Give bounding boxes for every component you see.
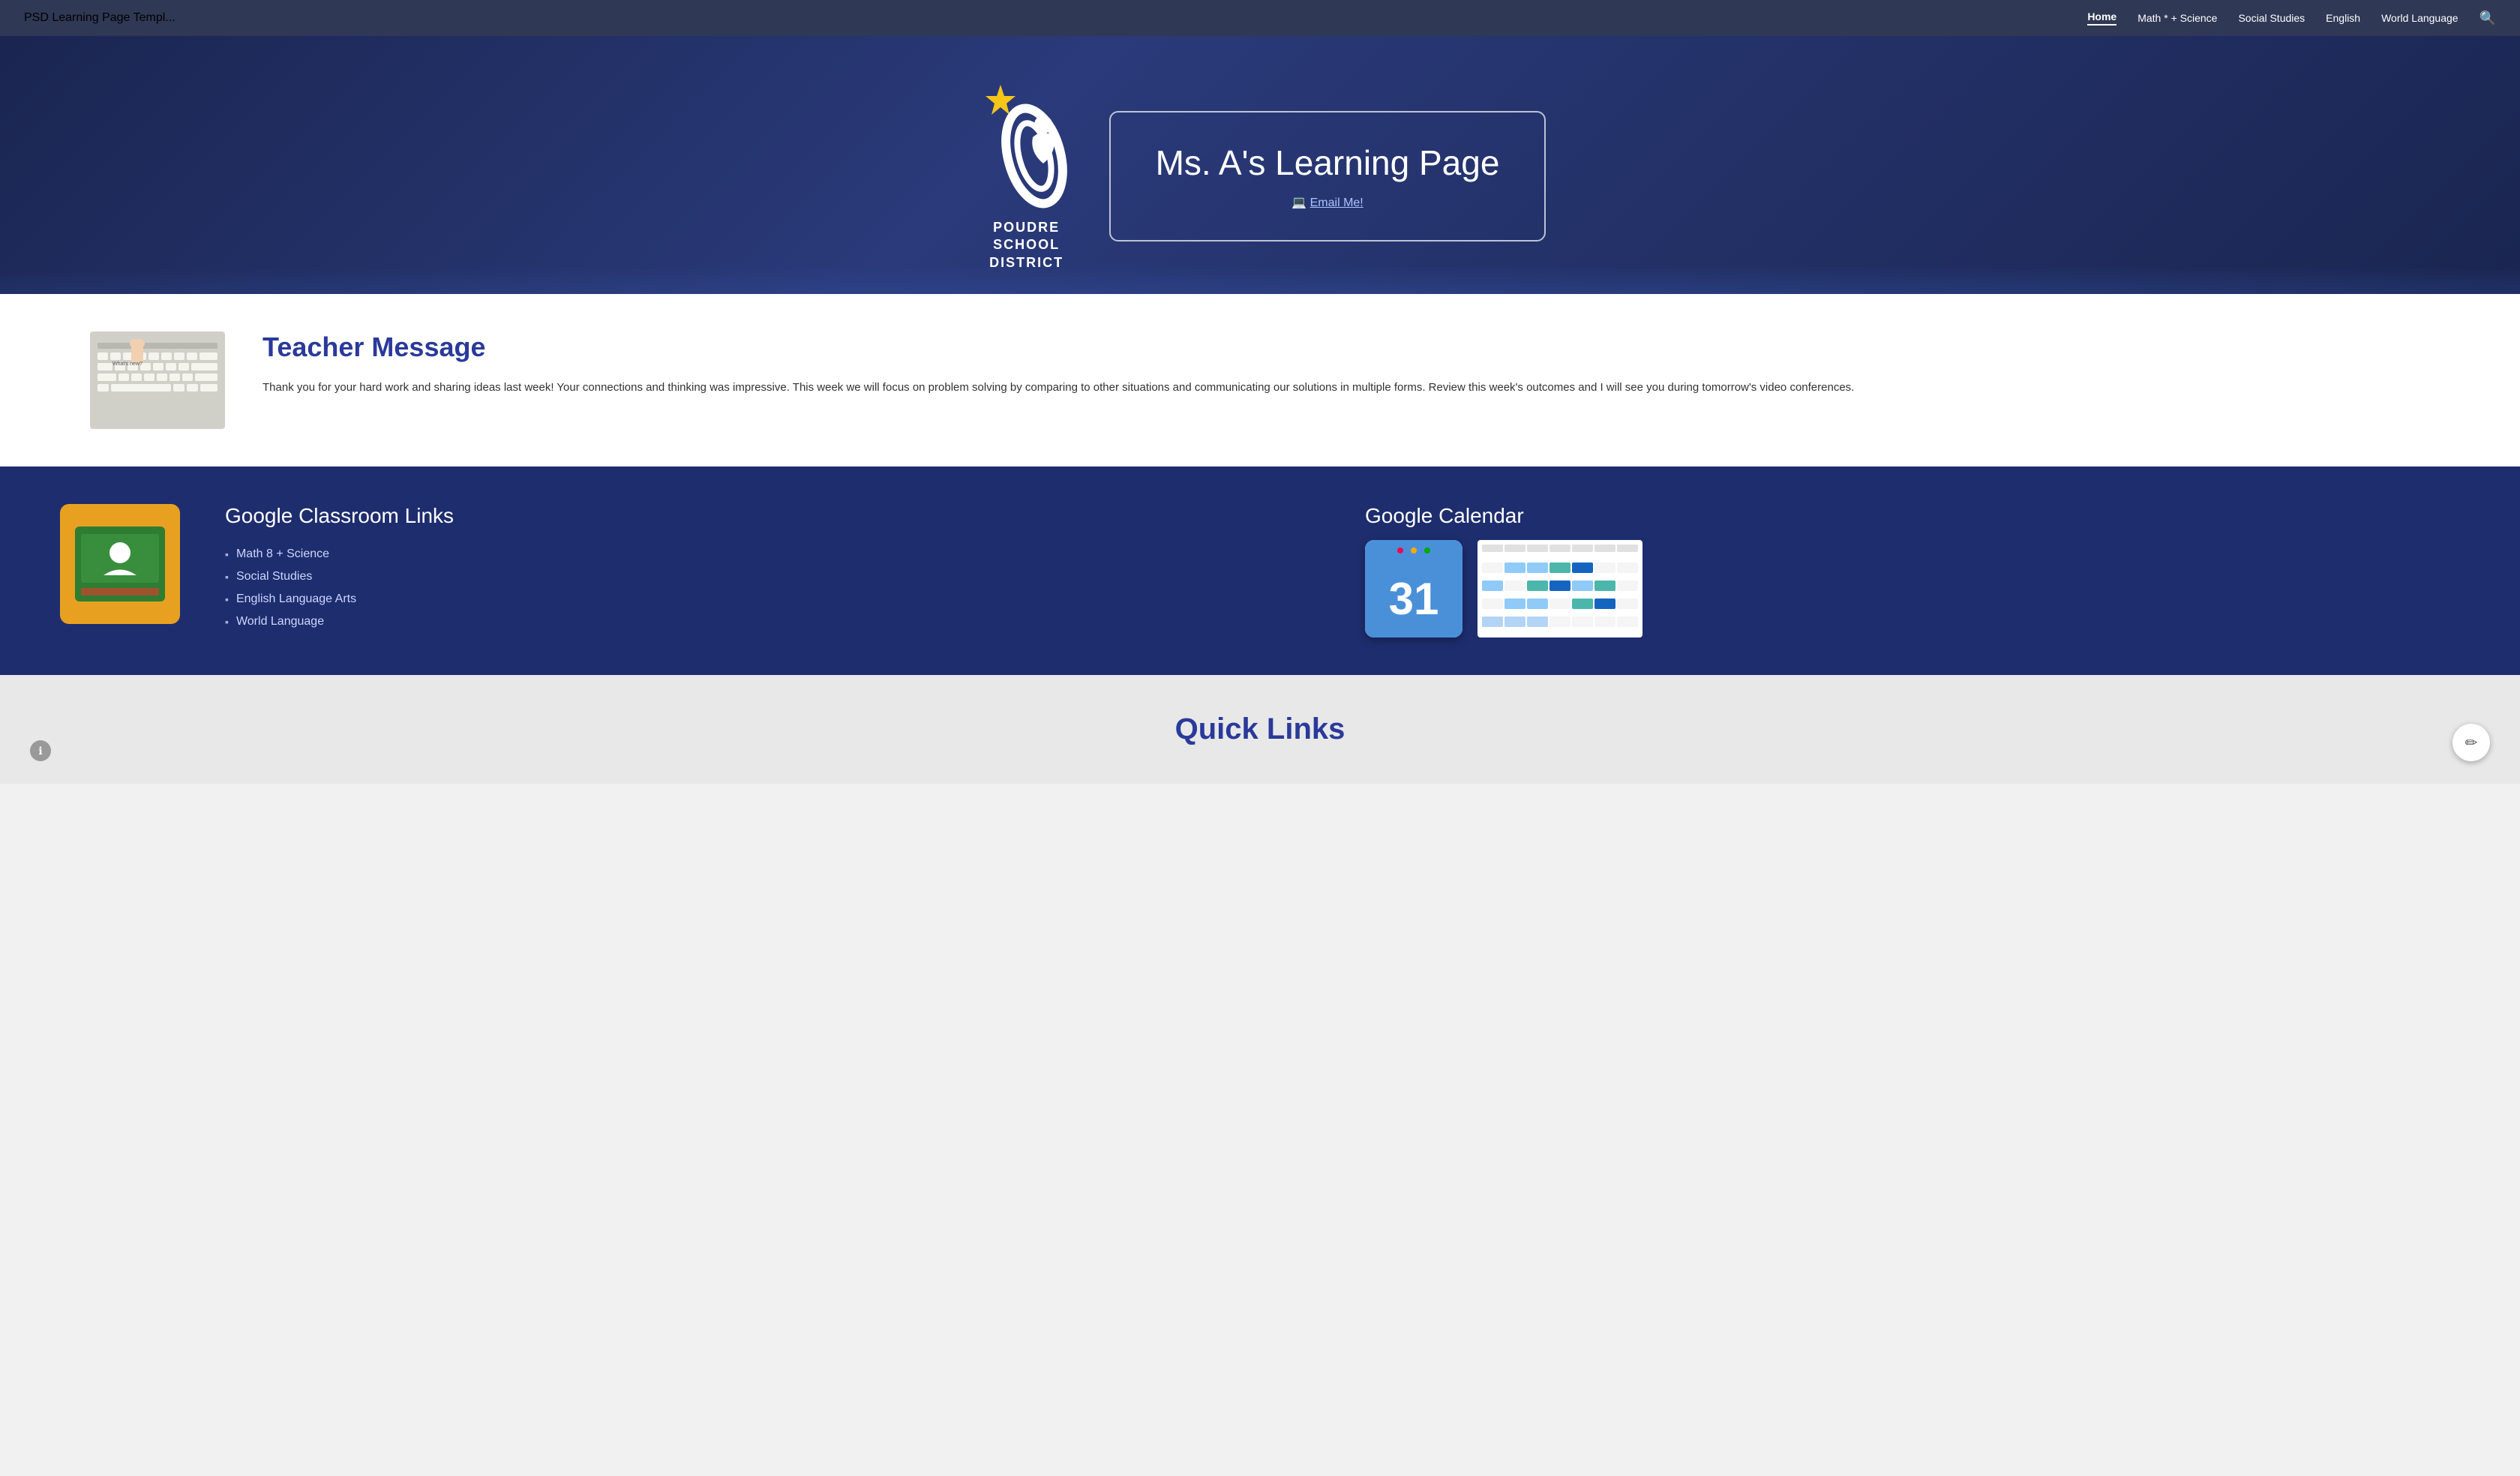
hero-title-box: Ms. A's Learning Page 💻 Email Me! (1109, 111, 1546, 242)
cal-cell (1572, 544, 1593, 552)
calendar-heading: Google Calendar (1365, 504, 2460, 528)
google-calendar-icon: 31 (1365, 540, 1462, 638)
page-title: Ms. A's Learning Page (1156, 142, 1500, 183)
cal-cell (1527, 544, 1548, 552)
cal-cell (1482, 598, 1503, 609)
link-math[interactable]: Math 8 + Science (236, 548, 329, 561)
nav-brand: PSD Learning Page Templ... (24, 11, 176, 25)
cal-cell (1594, 616, 1616, 627)
cal-cell (1572, 598, 1593, 609)
cal-cell (1504, 562, 1526, 573)
teacher-message-section: What's new? Teacher Message Thank you fo… (0, 294, 2520, 466)
cal-cell (1594, 598, 1616, 609)
teacher-message-content: Teacher Message Thank you for your hard … (262, 332, 1854, 398)
cal-cell (1527, 598, 1548, 609)
cal-cell (1504, 544, 1526, 552)
nav-link-social-studies[interactable]: Social Studies (2238, 12, 2305, 24)
nav-link-math[interactable]: Math * + Science (2138, 12, 2217, 24)
quick-links-heading: Quick Links (60, 712, 2460, 746)
calendar-wrapper: 31 (1365, 540, 2460, 638)
cal-cell (1572, 580, 1593, 591)
calendar-preview (1478, 540, 1642, 638)
svg-text:What's new?: What's new? (112, 362, 142, 367)
classroom-links-heading: Google Classroom Links (225, 504, 1320, 528)
cal-cell (1550, 598, 1570, 609)
list-item-math[interactable]: Math 8 + Science (225, 543, 1320, 566)
cal-cell (1527, 562, 1548, 573)
quick-links-section: Quick Links ℹ ✏ (0, 675, 2520, 784)
nav-link-english[interactable]: English (2326, 12, 2360, 24)
logo-text: POUDRE SCHOOL DISTRICT (989, 219, 1064, 272)
cal-cell (1504, 616, 1526, 627)
link-social-studies[interactable]: Social Studies (236, 570, 312, 584)
list-item-world-language[interactable]: World Language (225, 610, 1320, 633)
cal-cell (1572, 616, 1593, 627)
google-classroom-icon (60, 504, 180, 624)
cal-dot-green (1424, 548, 1430, 554)
cal-cell (1572, 562, 1593, 573)
cal-dot-red (1397, 548, 1403, 554)
email-icon: 💻 (1292, 196, 1306, 209)
cal-cell (1617, 598, 1638, 609)
cal-cell (1504, 580, 1526, 591)
cal-cell (1617, 544, 1638, 552)
nav-link-home[interactable]: Home (2087, 10, 2116, 26)
email-link-text[interactable]: Email Me! (1310, 196, 1364, 209)
cal-cell (1482, 616, 1503, 627)
link-english-language-arts[interactable]: English Language Arts (236, 592, 356, 606)
classroom-section: Google Classroom Links Math 8 + Science … (0, 466, 2520, 675)
school-name: POUDRE SCHOOL DISTRICT (989, 219, 1064, 272)
nav-link-world-language[interactable]: World Language (2381, 12, 2458, 24)
classroom-links-list: Math 8 + Science Social Studies English … (225, 543, 1320, 633)
email-link[interactable]: 💻 Email Me! (1156, 195, 1500, 210)
teacher-message-heading: Teacher Message (262, 332, 1854, 363)
cal-cell (1594, 562, 1616, 573)
keyboard-image: What's new? (90, 332, 225, 429)
cal-cell (1550, 562, 1570, 573)
cal-cell (1482, 544, 1503, 552)
list-item-social-studies[interactable]: Social Studies (225, 566, 1320, 588)
cal-cell (1594, 580, 1616, 591)
edit-button[interactable]: ✏ (2452, 724, 2490, 761)
cal-cell (1527, 580, 1548, 591)
calendar-day: 31 (1389, 577, 1439, 622)
cal-cell (1594, 544, 1616, 552)
teacher-message-body: Thank you for your hard work and sharing… (262, 378, 1854, 398)
search-icon[interactable]: 🔍 (2480, 10, 2496, 26)
cal-cell (1550, 616, 1570, 627)
cal-cell (1482, 580, 1503, 591)
hero-logo: POUDRE SCHOOL DISTRICT (974, 81, 1079, 272)
cal-cell (1617, 580, 1638, 591)
navigation: PSD Learning Page Templ... Home Math * +… (0, 0, 2520, 36)
cal-body: 31 (1365, 561, 1462, 638)
cal-cell (1527, 616, 1548, 627)
cal-cell (1550, 580, 1570, 591)
cal-cell (1504, 598, 1526, 609)
link-world-language[interactable]: World Language (236, 615, 324, 628)
calendar-section: Google Calendar 31 (1365, 504, 2460, 638)
list-item-english-language-arts[interactable]: English Language Arts (225, 588, 1320, 610)
edit-icon: ✏ (2465, 734, 2478, 752)
hero-section: POUDRE SCHOOL DISTRICT Ms. A's Learning … (0, 36, 2520, 294)
nav-links: Home Math * + Science Social Studies Eng… (2087, 10, 2496, 26)
cal-cell (1482, 562, 1503, 573)
cal-dot-yellow (1411, 548, 1417, 554)
classroom-links: Google Classroom Links Math 8 + Science … (225, 504, 1320, 633)
cal-cell (1550, 544, 1570, 552)
cal-cell (1617, 562, 1638, 573)
cal-cell (1617, 616, 1638, 627)
info-icon[interactable]: ℹ (30, 740, 51, 761)
